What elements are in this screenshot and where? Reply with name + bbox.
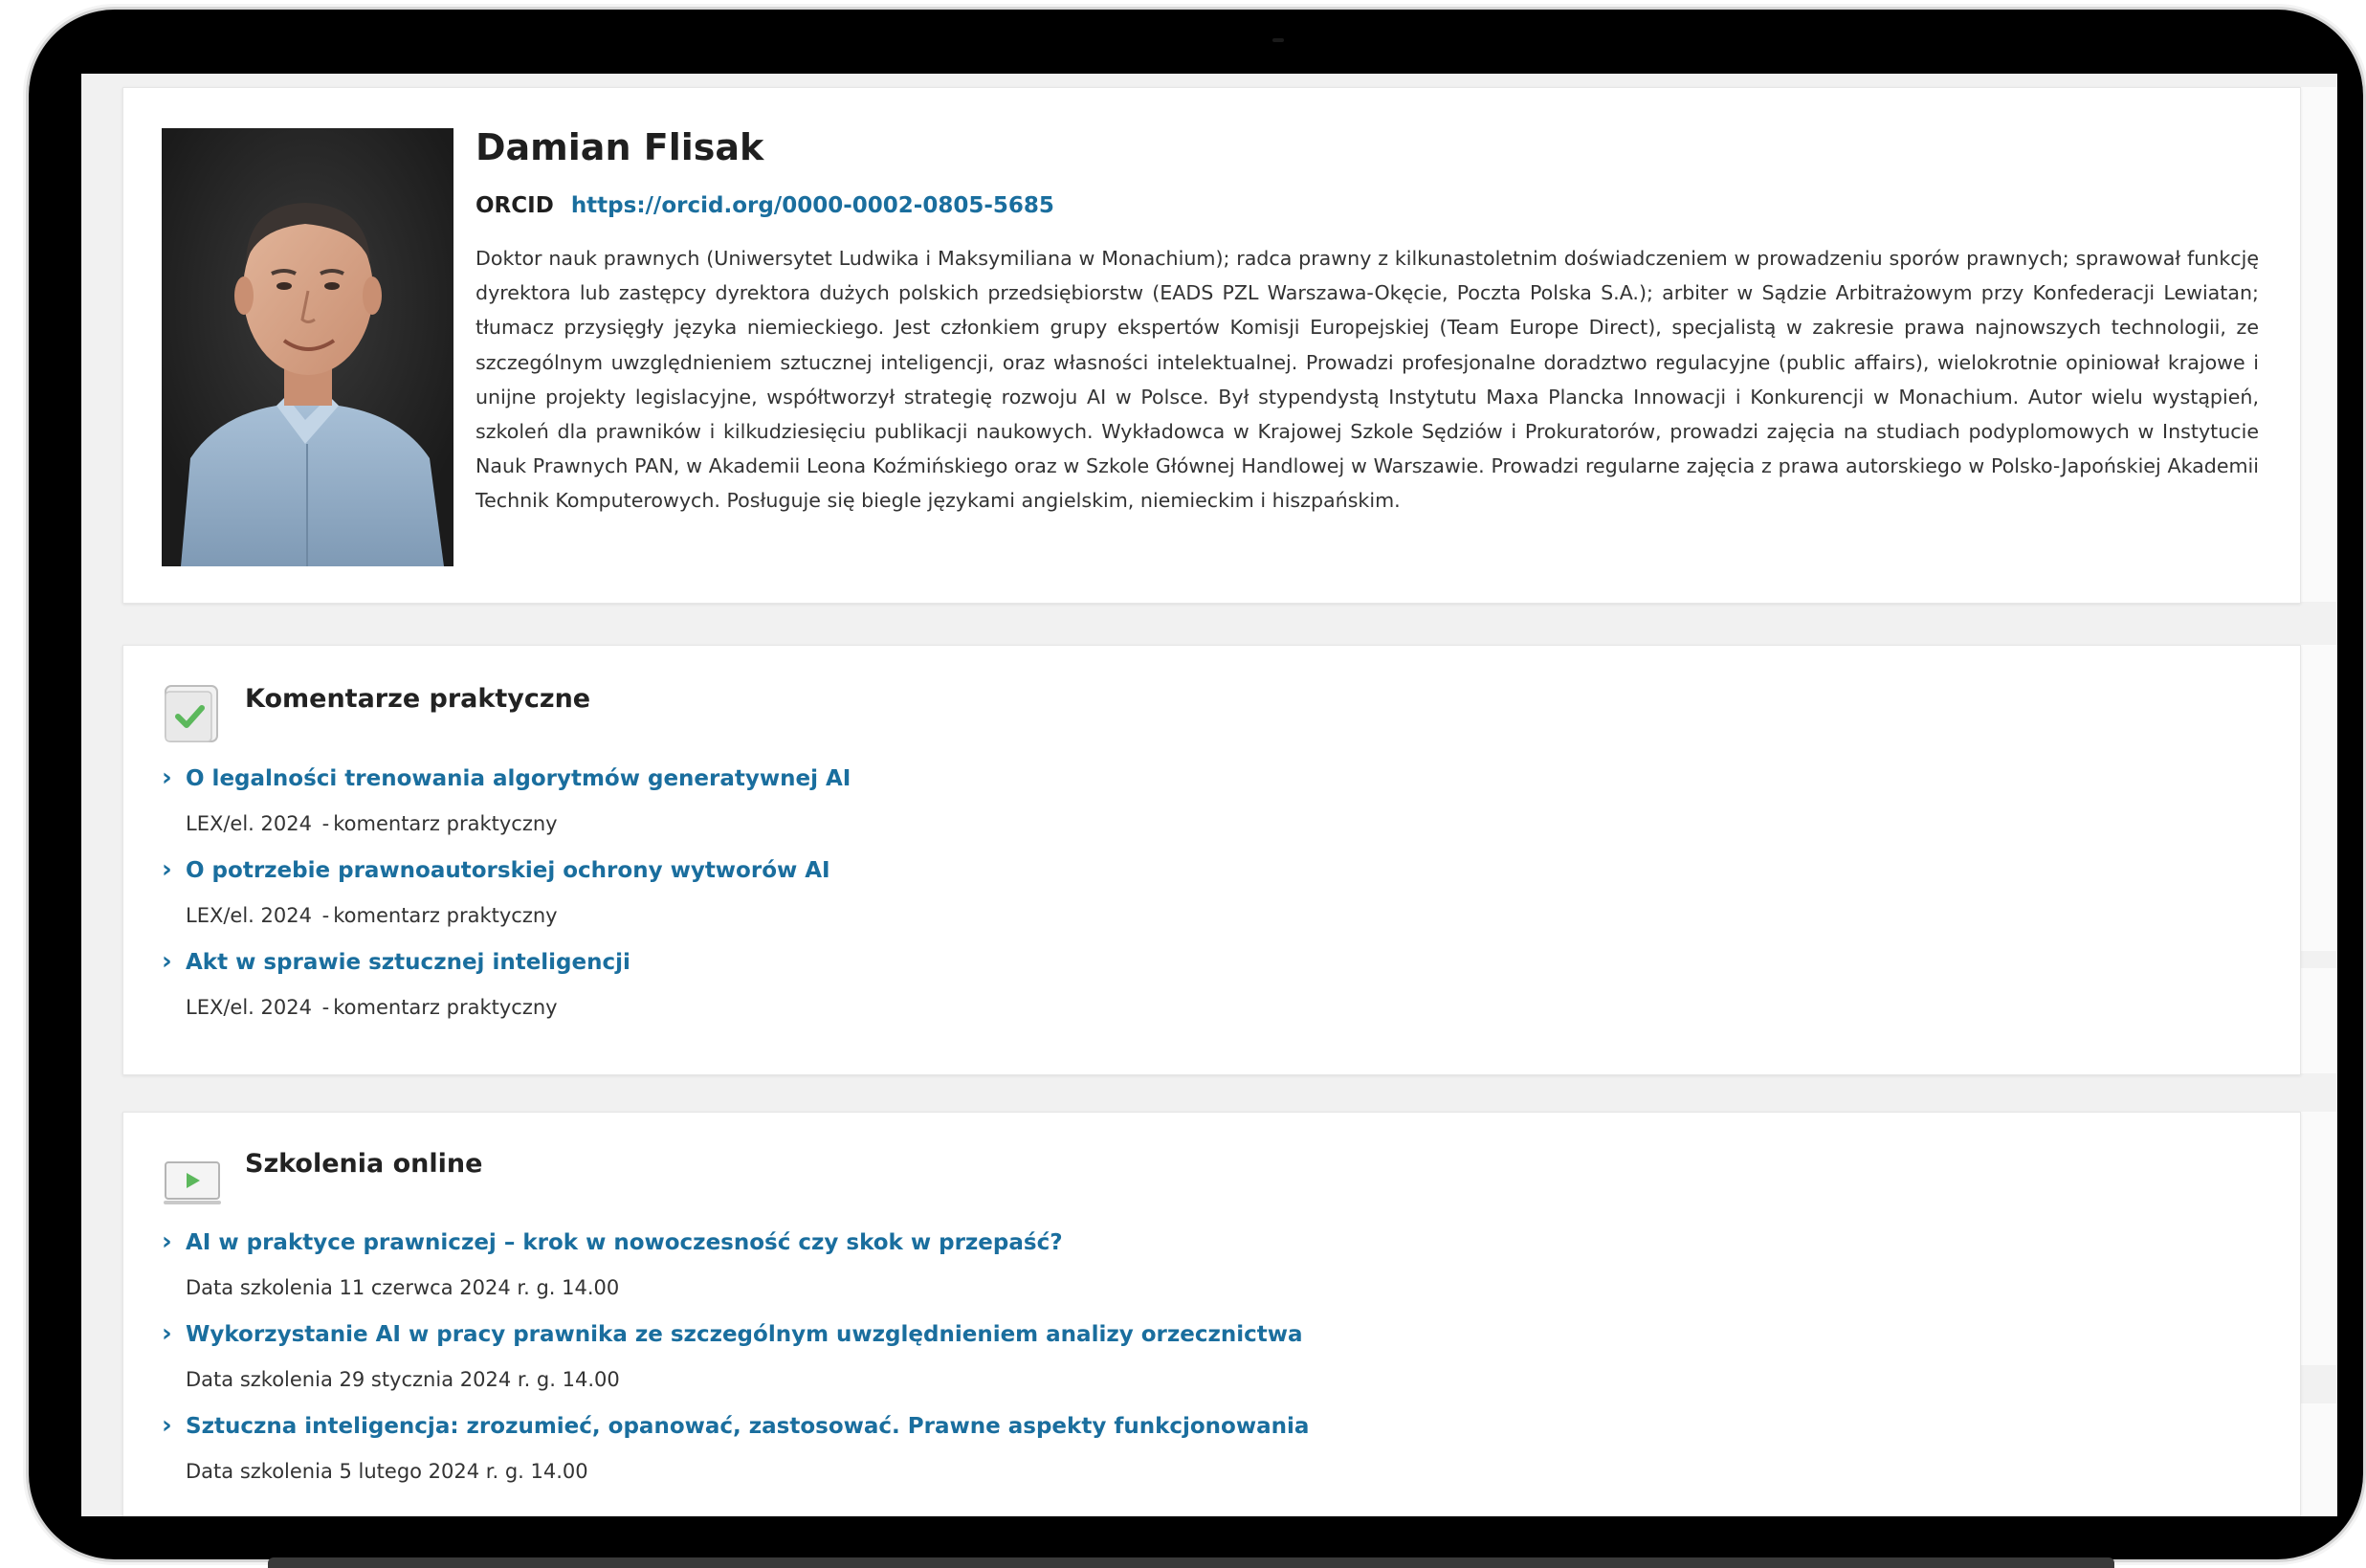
- comment-meta: LEX/el. 2024 - komentarz praktyczny: [162, 893, 2247, 939]
- orcid-row: ORCID https://orcid.org/0000-0002-0805-5…: [475, 193, 1054, 218]
- training-link[interactable]: › Sztuczna inteligencja: zrozumieć, opano…: [162, 1402, 2247, 1448]
- device-bottom-bar: [268, 1557, 2114, 1568]
- orcid-link[interactable]: https://orcid.org/0000-0002-0805-5685: [571, 193, 1054, 218]
- author-bio: Doktor nauk prawnych (Uniwersytet Ludwik…: [475, 247, 2259, 513]
- chevron-right-icon: ›: [162, 947, 172, 976]
- check-icon: [165, 685, 218, 742]
- training-date: Data szkolenia 5 lutego 2024 r. g. 14.00: [186, 1460, 588, 1483]
- comment-title: O legalności trenowania algorytmów gener…: [186, 766, 851, 791]
- orcid-label: ORCID: [475, 193, 554, 218]
- list-item: › Akt w sprawie sztucznej inteligencji LE…: [162, 939, 2247, 1030]
- side-strip: [2298, 1403, 2337, 1516]
- side-strip: [2298, 1112, 2337, 1365]
- author-portrait-illustration: [162, 128, 453, 566]
- trainings-list: › AI w praktyce prawniczej – krok w nowoc…: [162, 1219, 2247, 1494]
- comment-link[interactable]: › O legalności trenowania algorytmów gene…: [162, 755, 2247, 801]
- training-title: Sztuczna inteligencja: zrozumieć, opanow…: [186, 1414, 1310, 1439]
- chevron-right-icon: ›: [162, 1227, 172, 1256]
- chevron-right-icon: ›: [162, 1411, 172, 1440]
- comment-type: komentarz praktyczny: [333, 904, 558, 927]
- camera-dot: [1272, 38, 1284, 42]
- comments-title: Komentarze praktyczne: [245, 684, 591, 714]
- training-link[interactable]: › Wykorzystanie AI w pracy prawnika ze sz…: [162, 1311, 2247, 1357]
- comment-title: O potrzebie prawnoautorskiej ochrony wyt…: [186, 858, 830, 883]
- meta-separator: -: [321, 812, 330, 835]
- training-date: Data szkolenia 11 czerwca 2024 r. g. 14.…: [186, 1276, 620, 1299]
- comment-source: LEX/el. 2024: [186, 812, 312, 835]
- list-item: › AI w praktyce prawniczej – krok w nowoc…: [162, 1219, 2247, 1311]
- chevron-right-icon: ›: [162, 855, 172, 884]
- chevron-right-icon: ›: [162, 1319, 172, 1348]
- comment-link[interactable]: › O potrzebie prawnoautorskiej ochrony wy…: [162, 847, 2247, 893]
- list-item: › Wykorzystanie AI w pracy prawnika ze sz…: [162, 1311, 2247, 1402]
- author-profile-card: Damian Flisak ORCID https://orcid.org/00…: [122, 87, 2301, 604]
- side-strip: [2298, 968, 2337, 1073]
- training-title: Wykorzystanie AI w pracy prawnika ze szc…: [186, 1322, 1303, 1347]
- training-date: Data szkolenia 29 stycznia 2024 r. g. 14…: [186, 1368, 620, 1391]
- comment-source: LEX/el. 2024: [186, 996, 312, 1019]
- training-title: AI w praktyce prawniczej – krok w nowocz…: [186, 1230, 1063, 1255]
- side-strip: [2298, 645, 2337, 951]
- comment-meta: LEX/el. 2024 - komentarz praktyczny: [162, 984, 2247, 1030]
- comments-section: Komentarze praktyczne › O legalności tren…: [122, 645, 2301, 1075]
- trainings-section: Szkolenia online › AI w praktyce prawnicz…: [122, 1112, 2301, 1516]
- comment-meta: LEX/el. 2024 - komentarz praktyczny: [162, 801, 2247, 847]
- side-strip: [2298, 87, 2337, 602]
- list-item: › O potrzebie prawnoautorskiej ochrony wy…: [162, 847, 2247, 939]
- meta-separator: -: [321, 996, 330, 1019]
- device-frame: Damian Flisak ORCID https://orcid.org/00…: [29, 10, 2363, 1559]
- list-item: › O legalności trenowania algorytmów gene…: [162, 755, 2247, 847]
- training-link[interactable]: › AI w praktyce prawniczej – krok w nowoc…: [162, 1219, 2247, 1265]
- play-video-icon: [164, 1161, 221, 1204]
- meta-separator: -: [321, 904, 330, 927]
- screen: Damian Flisak ORCID https://orcid.org/00…: [81, 74, 2337, 1516]
- comments-list: › O legalności trenowania algorytmów gene…: [162, 755, 2247, 1030]
- comment-source: LEX/el. 2024: [186, 904, 312, 927]
- comment-type: komentarz praktyczny: [333, 812, 558, 835]
- trainings-title: Szkolenia online: [245, 1149, 483, 1179]
- list-item: › Sztuczna inteligencja: zrozumieć, opano…: [162, 1402, 2247, 1494]
- author-name: Damian Flisak: [475, 126, 764, 168]
- author-photo: [162, 128, 453, 566]
- comment-link[interactable]: › Akt w sprawie sztucznej inteligencji: [162, 939, 2247, 984]
- comment-type: komentarz praktyczny: [333, 996, 558, 1019]
- chevron-right-icon: ›: [162, 763, 172, 792]
- comment-title: Akt w sprawie sztucznej inteligencji: [186, 950, 630, 975]
